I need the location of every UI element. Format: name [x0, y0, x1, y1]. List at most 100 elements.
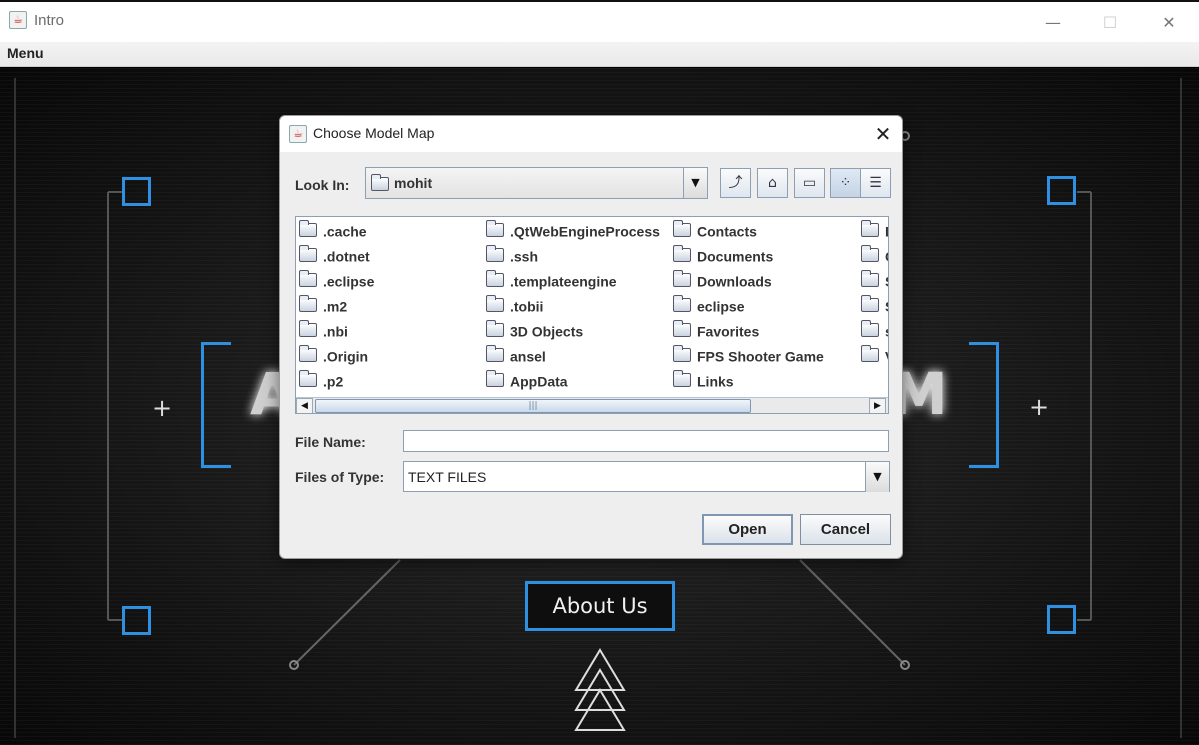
folder-icon — [861, 219, 879, 237]
up-folder-icon: ⤴ — [728, 175, 743, 191]
folder-icon — [673, 344, 691, 362]
folder-icon — [861, 294, 879, 312]
list-item[interactable]: Documents — [673, 244, 773, 269]
folder-icon — [673, 319, 691, 337]
list-item[interactable]: I — [861, 219, 888, 244]
maximize-button[interactable]: ☐ — [1087, 8, 1133, 38]
folder-icon — [371, 174, 389, 191]
list-item[interactable]: .m2 — [299, 294, 347, 319]
list-item[interactable]: eclipse — [673, 294, 744, 319]
folder-icon — [486, 269, 504, 287]
plus-right-icon: + — [1029, 393, 1050, 421]
folder-icon — [673, 269, 691, 287]
dialog-title-bar: ☕ Choose Model Map ✕ — [280, 116, 902, 152]
scrollbar-thumb[interactable]: ||| — [315, 399, 751, 413]
folder-icon — [673, 369, 691, 387]
list-item[interactable]: Contacts — [673, 219, 757, 244]
file-list[interactable]: .cache .dotnet .eclipse .m2 .nbi .Origin… — [295, 216, 889, 414]
folder-icon — [299, 319, 317, 337]
list-item[interactable]: ansel — [486, 344, 546, 369]
list-item[interactable]: Links — [673, 369, 734, 394]
menu-bar: Menu — [0, 42, 1199, 67]
look-in-dropdown[interactable]: mohit ▼ — [365, 167, 708, 199]
list-item[interactable]: FPS Shooter Game — [673, 344, 824, 369]
details-view-button[interactable]: ☰ — [860, 168, 891, 198]
folder-icon — [486, 344, 504, 362]
corner-square-bottom-right — [1047, 605, 1076, 634]
list-item[interactable]: .QtWebEngineProcess — [486, 219, 660, 244]
list-item[interactable]: .Origin — [299, 344, 368, 369]
java-app-icon: ☕ — [9, 11, 27, 29]
chevron-down-icon[interactable]: ▼ — [683, 168, 707, 198]
folder-icon — [486, 244, 504, 262]
files-of-type-label: Files of Type: — [295, 469, 385, 485]
list-item[interactable]: .eclipse — [299, 269, 374, 294]
details-view-icon: ☰ — [869, 175, 882, 191]
new-folder-button[interactable]: ▭ — [794, 168, 825, 198]
look-in-value: mohit — [394, 175, 433, 191]
list-item[interactable]: .cache — [299, 219, 367, 244]
cancel-button[interactable]: Cancel — [800, 514, 891, 545]
minimize-button[interactable]: — — [1030, 8, 1076, 38]
folder-icon — [299, 294, 317, 312]
corner-square-bottom-left — [122, 606, 151, 635]
up-folder-button[interactable]: ⤴ — [720, 168, 751, 198]
folder-icon — [861, 344, 879, 362]
dialog-close-button[interactable]: ✕ — [870, 121, 896, 147]
list-view-button[interactable]: ⁘ — [830, 168, 861, 198]
list-item[interactable]: s — [861, 319, 888, 344]
right-bracket — [969, 342, 999, 468]
list-item[interactable]: S — [861, 269, 888, 294]
list-item[interactable]: .dotnet — [299, 244, 370, 269]
java-app-icon: ☕ — [289, 125, 307, 143]
app-window: ☕ Intro — ☐ ✕ Menu + + A M About Us ☕ Ch… — [0, 0, 1199, 745]
plus-left-icon: + — [152, 394, 173, 422]
list-item[interactable]: .ssh — [486, 244, 538, 269]
list-item[interactable]: .tobii — [486, 294, 543, 319]
title-bar: ☕ Intro — ☐ ✕ — [0, 0, 1199, 42]
list-item[interactable]: .p2 — [299, 369, 343, 394]
list-item[interactable]: V — [861, 344, 888, 369]
folder-icon — [673, 294, 691, 312]
left-bracket — [201, 342, 231, 468]
home-button[interactable]: ⌂ — [757, 168, 788, 198]
list-item[interactable]: C — [861, 244, 888, 269]
folder-icon — [486, 369, 504, 387]
folder-icon — [861, 319, 879, 337]
list-item[interactable]: 3D Objects — [486, 319, 583, 344]
folder-icon — [299, 344, 317, 362]
about-us-button[interactable]: About Us — [525, 581, 675, 631]
dialog-title: Choose Model Map — [313, 125, 435, 141]
close-button[interactable]: ✕ — [1146, 8, 1192, 38]
list-item[interactable]: AppData — [486, 369, 568, 394]
list-item[interactable]: .nbi — [299, 319, 348, 344]
list-view-icon: ⁘ — [839, 175, 852, 191]
list-item[interactable]: Downloads — [673, 269, 772, 294]
folder-icon — [861, 269, 879, 287]
files-of-type-dropdown[interactable]: TEXT FILES ▼ — [403, 461, 890, 492]
list-item[interactable]: S — [861, 294, 888, 319]
folder-icon — [299, 219, 317, 237]
folder-icon — [486, 294, 504, 312]
menu-item-menu[interactable]: Menu — [7, 45, 44, 61]
corner-square-top-right — [1047, 176, 1076, 205]
file-name-label: File Name: — [295, 434, 366, 450]
corner-square-top-left — [122, 177, 151, 206]
files-of-type-value: TEXT FILES — [408, 469, 487, 485]
folder-icon — [673, 219, 691, 237]
folder-icon — [486, 319, 504, 337]
folder-icon — [299, 369, 317, 387]
list-item[interactable]: .templateengine — [486, 269, 617, 294]
folder-icon — [673, 244, 691, 262]
new-folder-icon: ▭ — [802, 175, 817, 191]
scroll-right-button[interactable]: ▶ — [869, 398, 886, 413]
folder-icon — [299, 244, 317, 262]
open-button[interactable]: Open — [702, 514, 793, 545]
chevron-down-icon[interactable]: ▼ — [865, 462, 889, 492]
horizontal-scrollbar[interactable]: ◀ ||| ▶ — [296, 397, 888, 413]
list-item[interactable]: Favorites — [673, 319, 759, 344]
scroll-left-button[interactable]: ◀ — [296, 398, 313, 413]
look-in-label: Look In: — [295, 177, 350, 193]
choose-model-map-dialog: ☕ Choose Model Map ✕ Look In: mohit ▼ ⤴ … — [279, 115, 903, 559]
file-name-input[interactable] — [403, 430, 889, 452]
